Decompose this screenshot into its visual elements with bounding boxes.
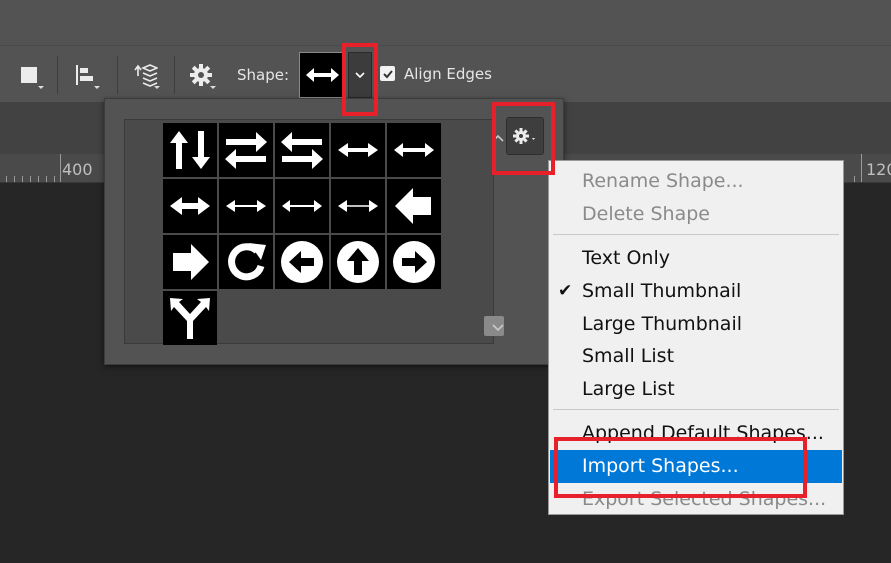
menu-item-small-list[interactable]: Small List (550, 340, 842, 373)
shape-cell[interactable] (387, 179, 441, 233)
swap-arrows-icon (225, 132, 267, 169)
shape-cell[interactable] (163, 291, 217, 345)
align-button[interactable] (68, 59, 102, 91)
shape-cell[interactable] (331, 179, 385, 233)
arrow-right-block-icon (173, 244, 209, 280)
double-arrow-bold-icon (170, 197, 210, 215)
menu-item-label: Large List (582, 378, 675, 400)
shape-cell[interactable] (219, 235, 273, 289)
arrange-button[interactable] (128, 59, 162, 91)
layers-arrange-icon (134, 64, 158, 87)
current-shape-preview[interactable] (299, 52, 346, 98)
scroll-down-button[interactable] (490, 320, 506, 334)
shape-cell[interactable] (387, 123, 441, 177)
path-options-button[interactable] (184, 59, 218, 91)
gear-icon (190, 64, 212, 86)
menu-item-rename-shape[interactable]: Rename Shape... (550, 165, 842, 198)
menu-item-label: Small List (582, 345, 675, 367)
annotation-highlight-settings (492, 102, 555, 175)
shape-label: Shape: (237, 66, 290, 84)
double-arrow-icon (306, 68, 339, 82)
shape-cell[interactable] (219, 179, 273, 233)
menu-item-large-list[interactable]: Large List (550, 373, 842, 406)
menu-item-small-thumbnail[interactable]: ✔ Small Thumbnail (550, 275, 842, 308)
ruler-label-400: 400 (62, 160, 93, 179)
menu-item-delete-shape[interactable]: Delete Shape (550, 198, 842, 231)
shape-cell[interactable] (219, 123, 273, 177)
double-arrow-hairline-icon (338, 200, 378, 212)
swap-arrows-reverse-icon (281, 132, 323, 169)
menu-item-text-only[interactable]: Text Only (550, 242, 842, 275)
align-left-icon (76, 65, 93, 85)
checkmark-icon: ✔ (558, 281, 573, 301)
chevron-down-icon (492, 324, 504, 332)
square-icon (21, 67, 37, 83)
shape-cell[interactable] (275, 123, 329, 177)
shape-grid (124, 119, 504, 345)
circle-arrow-left-icon (281, 241, 323, 283)
shape-cell[interactable] (163, 179, 217, 233)
shape-cell[interactable] (163, 235, 217, 289)
annotation-highlight-dropdown (342, 43, 378, 116)
circle-arrow-up-icon (337, 241, 379, 283)
fork-up-icon (170, 298, 210, 339)
menu-item-label: Large Thumbnail (582, 313, 742, 335)
shape-cell[interactable] (275, 235, 329, 289)
shape-cell[interactable] (275, 179, 329, 233)
circle-arrow-right-icon (393, 241, 435, 283)
shape-cell[interactable] (331, 123, 385, 177)
arrows-up-down-icon (170, 131, 210, 169)
ruler-label-right: 120 (866, 160, 891, 179)
shape-cell[interactable] (163, 123, 217, 177)
rotate-clockwise-icon (228, 243, 266, 281)
menu-item-label: Text Only (582, 247, 670, 269)
double-arrow-thin-icon (226, 200, 266, 212)
app-top-strip (0, 0, 891, 45)
checkmark-icon (382, 69, 393, 78)
shape-cell[interactable] (387, 235, 441, 289)
menu-separator (553, 409, 839, 410)
align-edges-label: Align Edges (404, 65, 492, 83)
menu-item-label: Rename Shape... (582, 170, 744, 192)
double-arrow-light-icon (282, 200, 322, 212)
annotation-highlight-import (554, 437, 807, 498)
shape-tool-mode-button[interactable] (12, 59, 46, 91)
menu-item-label: Delete Shape (582, 203, 710, 225)
shape-cell[interactable] (331, 235, 385, 289)
menu-separator (553, 234, 839, 235)
double-arrow-icon (338, 143, 378, 157)
menu-item-label: Small Thumbnail (582, 280, 742, 302)
double-arrow-icon (394, 143, 434, 157)
menu-item-large-thumbnail[interactable]: Large Thumbnail (550, 308, 842, 341)
arrow-left-block-icon (395, 188, 431, 224)
align-edges-checkbox[interactable] (380, 66, 395, 81)
